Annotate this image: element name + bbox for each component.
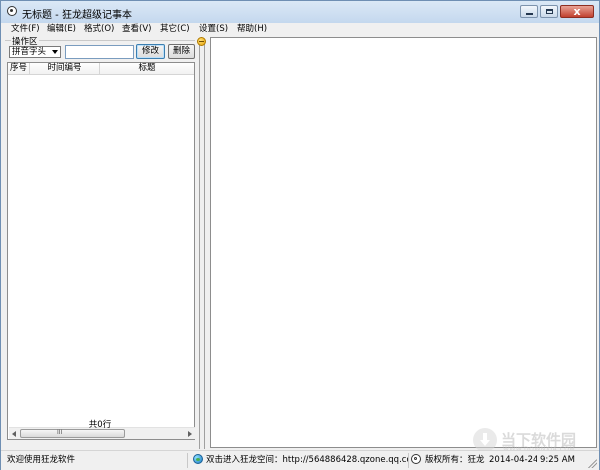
operation-panel: 操作区 拼音字头 修改 删除 序号 时间编号 标题 III 共0行 — [5, 35, 195, 449]
scroll-right-icon[interactable] — [188, 431, 192, 437]
delete-button[interactable]: 删除 — [168, 44, 195, 59]
splitter-line — [204, 41, 205, 449]
maximize-icon — [546, 9, 553, 14]
column-header-title[interactable]: 标题 — [100, 63, 194, 75]
window-title: 无标题 - 狂龙超级记事本 — [22, 10, 132, 21]
edit-button[interactable]: 修改 — [136, 44, 165, 59]
splitter-line — [199, 41, 200, 449]
list-header: 序号 时间编号 标题 — [8, 63, 194, 75]
menu-other[interactable]: 其它(C) — [160, 23, 190, 35]
status-welcome: 欢迎使用狂龙软件 — [7, 453, 188, 468]
maximize-button[interactable] — [540, 5, 558, 18]
download-icon — [473, 428, 497, 452]
menu-view[interactable]: 查看(V) — [122, 23, 151, 35]
sort-select[interactable]: 拼音字头 — [9, 46, 61, 58]
caption-buttons: x — [518, 5, 594, 19]
menu-file[interactable]: 文件(F) — [11, 23, 40, 35]
note-list[interactable]: 序号 时间编号 标题 III — [7, 62, 195, 440]
globe-icon[interactable] — [193, 454, 203, 464]
minimize-button[interactable] — [520, 5, 538, 18]
row-count: 共0行 — [88, 420, 112, 430]
minimize-icon — [526, 13, 533, 15]
scroll-left-icon[interactable] — [12, 431, 16, 437]
resize-grip-icon[interactable] — [587, 458, 597, 468]
status-copyright: 版权所有：狂龙 — [425, 455, 485, 465]
status-time: 9:25 AM — [540, 455, 575, 465]
app-window: 无标题 - 狂龙超级记事本 x 文件(F) 编辑(E) 格式(O) 查看(V) … — [0, 0, 600, 470]
scroll-thumb[interactable] — [20, 429, 125, 438]
menu-settings[interactable]: 设置(S) — [199, 23, 228, 35]
search-input[interactable] — [65, 45, 134, 59]
status-bar: 欢迎使用狂龙软件 双击进入狂龙空间：http://564886428.qzone… — [1, 450, 599, 470]
watermark: 当下软件园 WWW.DOWNXIA.COM — [473, 425, 595, 453]
status-date: 2014-04-24 — [489, 455, 537, 465]
menu-format[interactable]: 格式(O) — [84, 23, 114, 35]
text-editor[interactable] — [210, 37, 597, 448]
splitter[interactable] — [197, 37, 207, 449]
menu-help[interactable]: 帮助(H) — [237, 23, 267, 35]
column-header-index[interactable]: 序号 — [8, 63, 30, 75]
splitter-handle-icon[interactable] — [197, 37, 206, 46]
chevron-down-icon — [52, 50, 58, 54]
close-button[interactable]: x — [560, 5, 594, 18]
menu-bar: 文件(F) 编辑(E) 格式(O) 查看(V) 其它(C) 设置(S) 帮助(H… — [1, 23, 599, 35]
scroll-grip: III — [57, 429, 63, 436]
app-icon[interactable] — [7, 6, 17, 16]
close-icon: x — [573, 5, 581, 18]
status-space-link[interactable]: 双击进入狂龙空间：http://564886428.qzone.qq.com — [206, 453, 409, 468]
title-bar[interactable]: 无标题 - 狂龙超级记事本 x — [1, 1, 599, 23]
menu-edit[interactable]: 编辑(E) — [47, 23, 76, 35]
copyright-icon — [411, 454, 421, 464]
sort-select-value: 拼音字头 — [12, 47, 47, 57]
column-header-time-id[interactable]: 时间编号 — [30, 63, 100, 75]
